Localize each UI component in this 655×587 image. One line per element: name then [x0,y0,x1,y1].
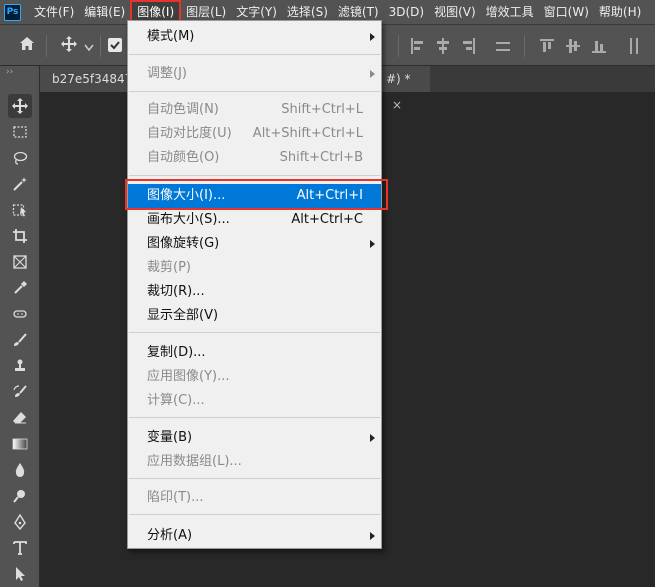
brush-icon[interactable] [8,328,32,352]
align-vdistribute-icon[interactable] [626,38,640,54]
menu-plugins[interactable]: 增效工具 [481,0,539,24]
move-icon[interactable] [60,35,78,56]
eyedropper-icon[interactable] [8,276,32,300]
menu-item-apply-image: 应用图像(Y)... [147,369,230,384]
type-icon[interactable] [8,536,32,560]
image-menu-dropdown: 模式(M) 调整(J) 自动色调(N) Shift+Ctrl+L 自动对比度(U)… [127,20,382,549]
submenu-arrow-icon [370,434,375,442]
close-icon[interactable]: × [392,98,402,112]
menu-item-mode[interactable]: 模式(M) [128,25,381,49]
menu-item-adjust: 调整(J) [128,62,381,86]
menu-view[interactable]: 视图(V) [429,0,481,24]
gradient-icon[interactable] [8,432,32,456]
chevron-down-icon[interactable] [84,41,94,55]
eraser-icon[interactable] [8,406,32,430]
menu-item-trim[interactable]: 裁切(R)... [128,280,381,304]
menu-item-reveal-all[interactable]: 显示全部(V) [128,304,381,328]
checkbox-icon[interactable] [108,38,122,52]
clone-stamp-icon[interactable] [8,354,32,378]
align-top-icon[interactable] [540,38,554,54]
menu-item-auto-contrast: 自动对比度(U) Alt+Shift+Ctrl+L [147,126,363,141]
path-selection-icon[interactable] [8,562,32,586]
menu-item-analysis[interactable]: 分析(A) [128,524,381,548]
submenu-arrow-icon [370,33,375,41]
marquee-icon[interactable] [8,120,32,144]
document-tab-title[interactable]: #) * × [380,66,430,112]
ps-logo: Ps [4,3,21,21]
lasso-icon[interactable] [8,146,32,170]
menu-item-variables[interactable]: 变量(B) [128,426,381,450]
menu-item-image-rotation[interactable]: 图像旋转(G) [128,232,381,256]
magic-wand-icon[interactable] [8,172,32,196]
blur-icon[interactable] [8,458,32,482]
align-distribute-icon[interactable] [496,38,510,54]
align-hcenter-icon[interactable] [436,38,450,54]
menu-3d[interactable]: 3D(D) [384,0,429,24]
menu-item-apply-data-set: 应用数据组(L)... [147,454,242,469]
healing-brush-icon[interactable] [8,302,32,326]
history-brush-icon[interactable] [8,380,32,404]
pen-icon[interactable] [8,510,32,534]
align-vcenter-icon[interactable] [566,38,580,54]
dodge-icon[interactable] [8,484,32,508]
object-select-icon[interactable] [8,198,32,222]
submenu-arrow-icon [370,240,375,248]
document-tab-suffix: #) * [386,72,411,86]
align-right-icon[interactable] [462,38,476,54]
submenu-arrow-icon [370,70,375,78]
align-bottom-icon[interactable] [592,38,606,54]
menu-file[interactable]: 文件(F) [29,0,79,24]
toolbox-grip[interactable]: ›› [6,66,13,80]
frame-icon[interactable] [8,250,32,274]
toolbox: ›› [0,66,40,587]
move-tool-icon[interactable] [8,94,32,118]
menu-item-canvas-size[interactable]: 画布大小(S)... Alt+Ctrl+C [128,208,381,232]
menu-item-auto-tone: 自动色调(N) Shift+Ctrl+L [147,102,363,117]
menu-item-crop: 裁剪(P) [147,260,191,275]
document-tab[interactable]: b27e5f34847 [40,66,132,92]
menu-help[interactable]: 帮助(H) [594,0,646,24]
menu-item-duplicate[interactable]: 复制(D)... [128,341,381,365]
menu-item-auto-color: 自动颜色(O) Shift+Ctrl+B [147,150,363,165]
menu-window[interactable]: 窗口(W) [539,0,594,24]
crop-icon[interactable] [8,224,32,248]
menu-edit[interactable]: 编辑(E) [79,0,130,24]
menu-item-calculations: 计算(C)... [147,393,205,408]
home-icon[interactable] [18,35,36,56]
menu-item-trap: 陷印(T)... [147,490,204,505]
align-left-icon[interactable] [410,38,424,54]
submenu-arrow-icon [370,532,375,540]
annotation-highlight-box [125,179,388,210]
